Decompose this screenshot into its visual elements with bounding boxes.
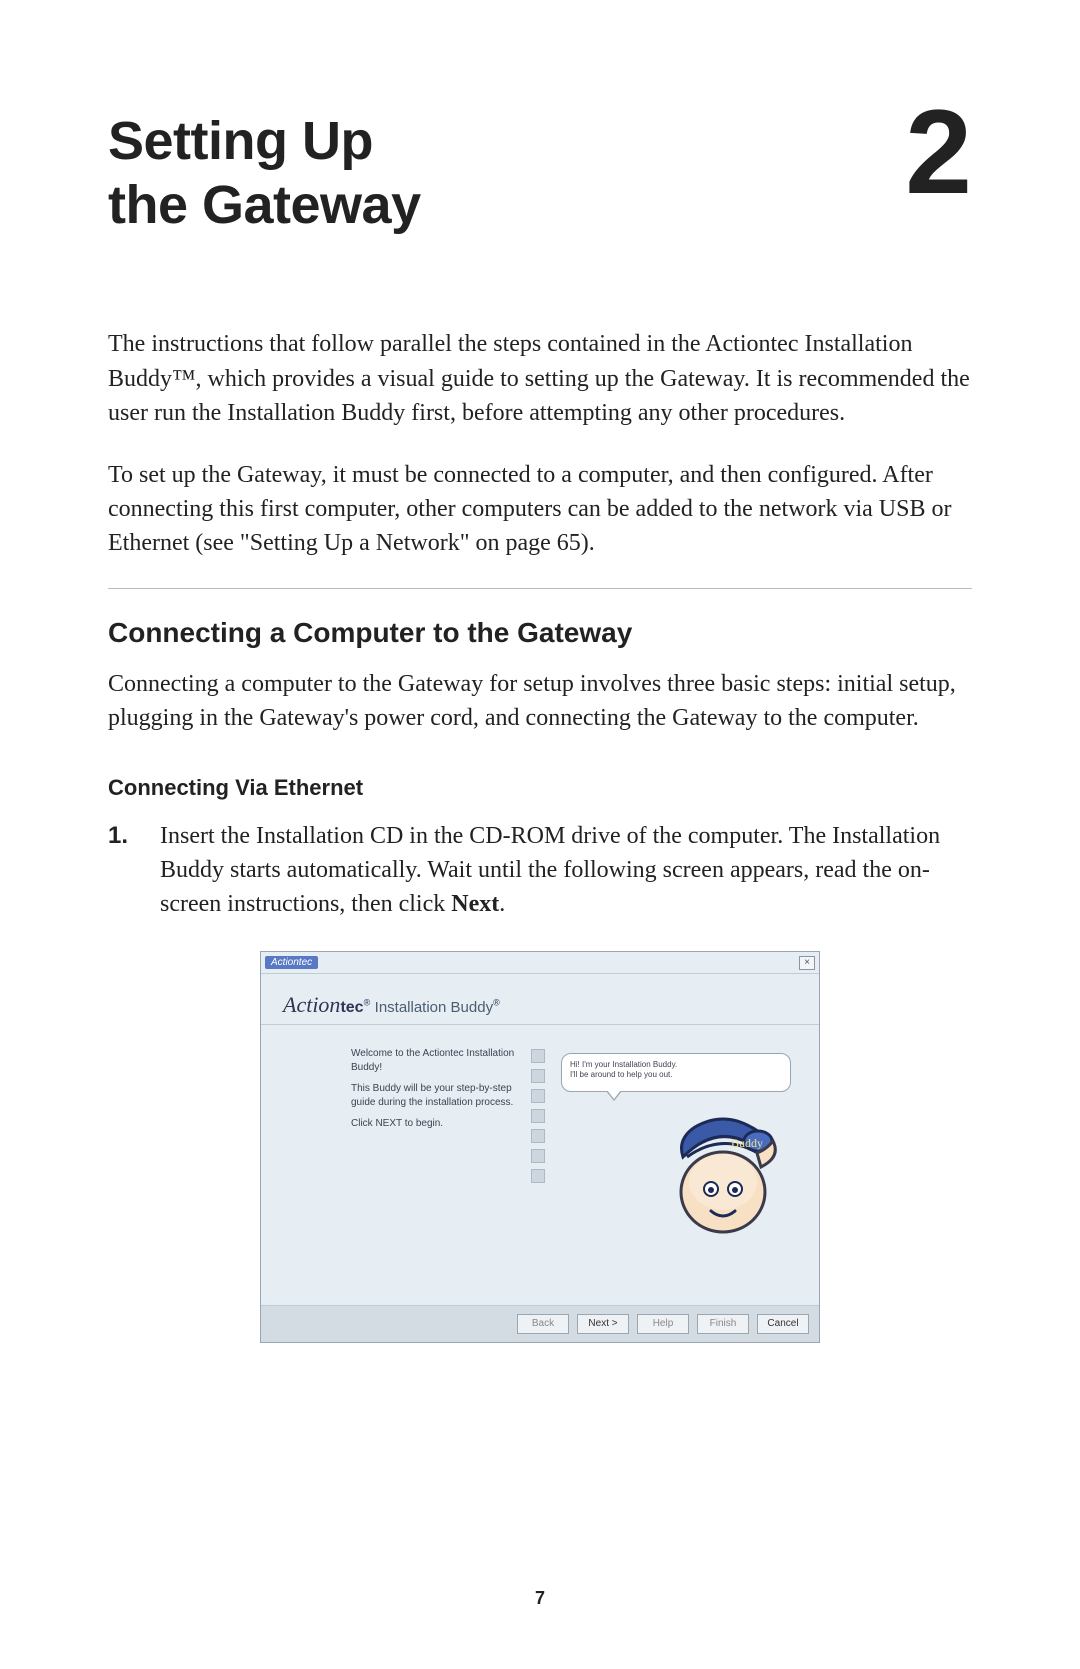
window-titlebar: Actiontec ×	[261, 952, 819, 974]
scroll-thumb-4[interactable]	[531, 1129, 545, 1143]
manual-page: Setting Up the Gateway 2 The instruction…	[0, 0, 1080, 1669]
window-body: Welcome to the Actiontec Installation Bu…	[261, 1025, 819, 1305]
speech-line2: I'll be around to help you out.	[570, 1070, 782, 1080]
window-brand: Actiontec® Installation Buddy®	[261, 974, 819, 1025]
step-1: 1. Insert the Installation CD in the CD-…	[108, 819, 972, 921]
window-title-chip: Actiontec	[265, 956, 318, 969]
brand-action: Action	[283, 992, 340, 1017]
instr-click: Click NEXT to begin.	[351, 1117, 521, 1131]
window-button-bar: Back Next > Help Finish Cancel	[261, 1305, 819, 1342]
section-divider	[108, 588, 972, 589]
subheading-ethernet: Connecting Via Ethernet	[108, 775, 972, 801]
step-text: Insert the Installation CD in the CD-ROM…	[160, 819, 972, 921]
help-button[interactable]: Help	[637, 1314, 689, 1334]
scroll-down-icon[interactable]	[531, 1169, 545, 1183]
brand-reg-2: ®	[493, 998, 500, 1008]
step1-text-bold: Next	[451, 891, 499, 917]
chapter-title: Setting Up the Gateway	[108, 110, 421, 237]
step1-text-post: .	[499, 891, 505, 917]
step-number: 1.	[108, 819, 142, 921]
chapter-title-line2: the Gateway	[108, 175, 421, 235]
close-icon[interactable]: ×	[799, 956, 815, 970]
brand-tec: tec	[340, 999, 363, 1016]
intro-paragraph-2: To set up the Gateway, it must be connec…	[108, 458, 972, 560]
intro-paragraph-1: The instructions that follow parallel th…	[108, 327, 972, 429]
step1-text-pre: Insert the Installation CD in the CD-ROM…	[160, 823, 940, 917]
buddy-mascot-icon: Buddy	[653, 1097, 793, 1237]
scroll-thumb-2[interactable]	[531, 1089, 545, 1103]
scroll-thumb-3[interactable]	[531, 1109, 545, 1123]
buddy-panel: Hi! I'm your Installation Buddy. I'll be…	[555, 1047, 797, 1271]
scrollbar[interactable]	[531, 1047, 545, 1271]
speech-tail-icon	[606, 1091, 622, 1101]
speech-bubble: Hi! I'm your Installation Buddy. I'll be…	[561, 1053, 791, 1092]
cancel-button[interactable]: Cancel	[757, 1314, 809, 1334]
page-number: 7	[0, 1588, 1080, 1609]
chapter-title-line1: Setting Up	[108, 111, 373, 171]
instr-welcome: Welcome to the Actiontec Installation Bu…	[351, 1047, 521, 1074]
speech-line1: Hi! I'm your Installation Buddy.	[570, 1060, 782, 1070]
finish-button[interactable]: Finish	[697, 1314, 749, 1334]
section-heading-connecting: Connecting a Computer to the Gateway	[108, 617, 972, 649]
scroll-thumb-5[interactable]	[531, 1149, 545, 1163]
instruction-text: Welcome to the Actiontec Installation Bu…	[351, 1047, 521, 1271]
scroll-thumb[interactable]	[531, 1069, 545, 1083]
scroll-up-icon[interactable]	[531, 1049, 545, 1063]
chapter-number: 2	[905, 104, 972, 200]
instr-body: This Buddy will be your step-by-step gui…	[351, 1082, 521, 1109]
next-button[interactable]: Next >	[577, 1314, 629, 1334]
chapter-header: Setting Up the Gateway 2	[108, 110, 972, 237]
section-body-connecting: Connecting a computer to the Gateway for…	[108, 667, 972, 735]
back-button[interactable]: Back	[517, 1314, 569, 1334]
installer-window: Actiontec × Actiontec® Installation Budd…	[260, 951, 820, 1343]
figure-wrap: Actiontec × Actiontec® Installation Budd…	[108, 951, 972, 1343]
brand-reg-1: ®	[364, 998, 371, 1008]
buddy-cap-label: Buddy	[731, 1136, 763, 1150]
brand-product: Installation Buddy	[375, 999, 493, 1016]
